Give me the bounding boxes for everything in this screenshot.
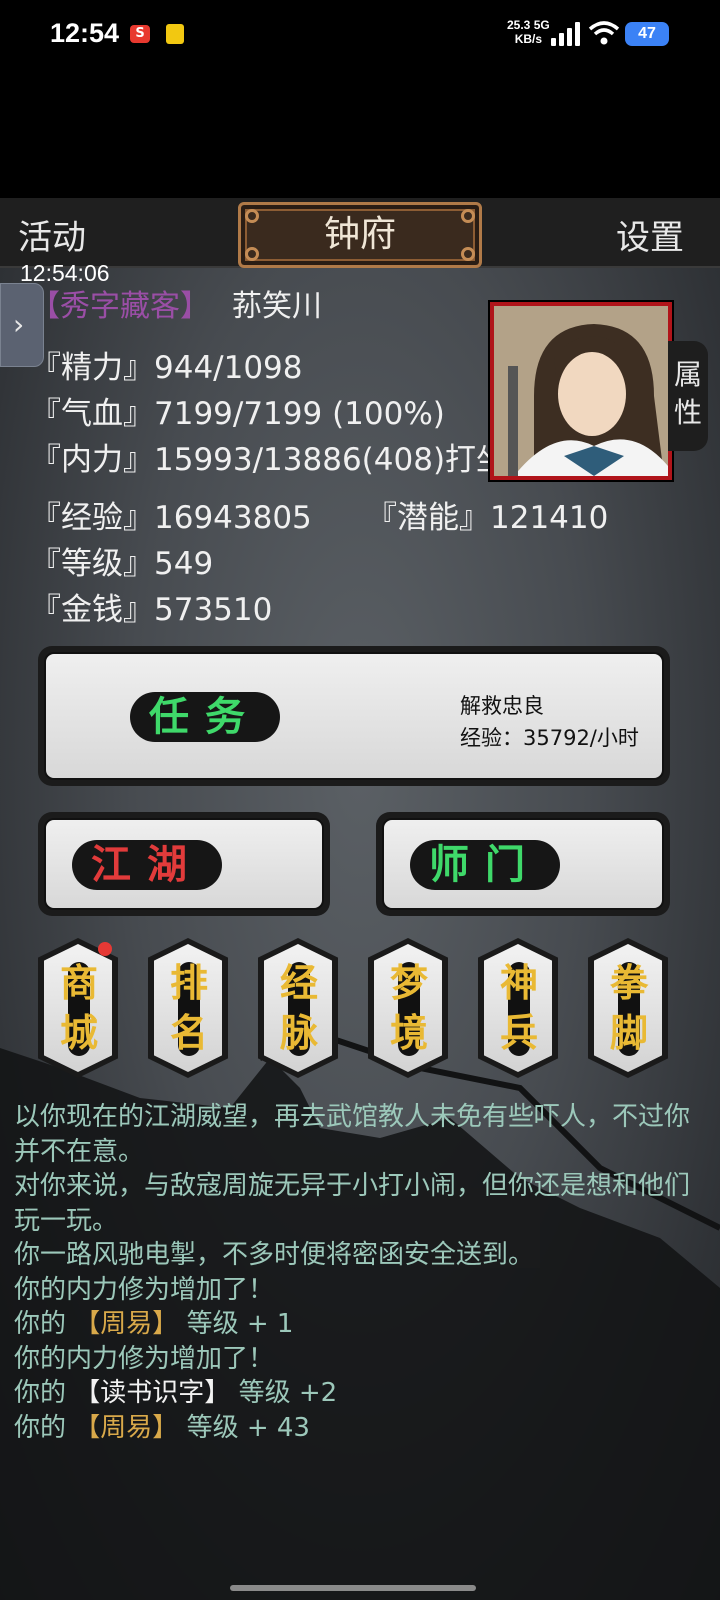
log-line: 你的 【周易】 等级 + 1 bbox=[14, 1309, 294, 1339]
attributes-tab[interactable]: 属性 bbox=[668, 341, 708, 451]
task-info: 解救忠良 经验：35792/小时 bbox=[460, 690, 639, 754]
chevron-right-icon: › bbox=[13, 308, 25, 341]
notification-dot bbox=[98, 942, 112, 956]
character-title: 【秀字藏客】 bbox=[30, 289, 210, 324]
task-name: 解救忠良 bbox=[460, 694, 544, 718]
stat-qianneng: 『潜能』121410 bbox=[366, 500, 609, 536]
activity-button[interactable]: 活动 bbox=[18, 210, 86, 259]
home-indicator[interactable] bbox=[230, 1585, 476, 1591]
menu-meridian[interactable]: 经脉 bbox=[258, 938, 338, 1078]
menu-fist[interactable]: 拳脚 bbox=[588, 938, 668, 1078]
menu-weapon[interactable]: 神兵 bbox=[478, 938, 558, 1078]
log-line: 对你来说，与敌寇周旋无异于小打小闹，但你还是想和他们玩一玩。 bbox=[14, 1171, 691, 1236]
top-bar: 活动 钟府 设置 bbox=[0, 198, 720, 268]
network-speed: 25.3 5G KB/s bbox=[507, 18, 550, 46]
menu-dream[interactable]: 梦境 bbox=[368, 938, 448, 1078]
location-title: 钟府 bbox=[238, 202, 482, 268]
menu-ranking[interactable]: 排名 bbox=[148, 938, 228, 1078]
jianghu-panel[interactable]: 江湖 bbox=[38, 812, 330, 916]
notification-app-icon: S bbox=[130, 25, 150, 43]
stat-jingyan: 『经验』16943805 bbox=[30, 500, 312, 536]
stat-dengji: 『等级』549 bbox=[30, 546, 214, 582]
battery-icon: 47 bbox=[625, 22, 669, 46]
shimen-panel[interactable]: 师门 bbox=[376, 812, 670, 916]
log-line: 你的内力修为增加了！ bbox=[14, 1274, 275, 1305]
log-line: 你的 【读书识字】 等级 +2 bbox=[14, 1378, 338, 1408]
game-screen: 活动 钟府 设置 12:54:06 › 【秀字藏客】 荪笑川 『精力』944/1… bbox=[0, 198, 720, 1600]
task-exp-rate: 经验：35792/小时 bbox=[460, 726, 639, 750]
jianghu-button[interactable]: 江湖 bbox=[72, 840, 222, 890]
stat-qixue: 『气血』7199/7199 (100%) bbox=[30, 396, 445, 432]
stat-jinqian: 『金钱』573510 bbox=[30, 592, 273, 628]
task-button[interactable]: 任务 bbox=[130, 692, 280, 742]
character-name: 荪笑川 bbox=[232, 289, 322, 324]
menu-shop[interactable]: 商城 bbox=[38, 938, 118, 1078]
notification-app-icon-2 bbox=[166, 24, 184, 44]
stat-jingli: 『精力』944/1098 bbox=[30, 350, 303, 386]
log-line: 以你现在的江湖威望，再去武馆教人未免有些吓人，不过你并不在意。 bbox=[14, 1102, 691, 1167]
portrait-image bbox=[494, 306, 668, 476]
log-line: 你一路风驰电掣，不多时便将密函安全送到。 bbox=[14, 1240, 535, 1270]
log-line: 你的 【周易】 等级 + 43 bbox=[14, 1412, 310, 1443]
message-log: 以你现在的江湖威望，再去武馆教人未免有些吓人，不过你并不在意。 对你来说，与敌寇… bbox=[14, 1100, 704, 1445]
shimen-button[interactable]: 师门 bbox=[410, 840, 560, 890]
status-time: 12:54 bbox=[50, 18, 120, 48]
stat-neili: 『内力』15993/13886(408)打坐 bbox=[30, 442, 500, 478]
log-line: 你的内力修为增加了！ bbox=[14, 1343, 275, 1374]
status-bar: 12:54 S 25.3 5G KB/s 47 bbox=[0, 0, 720, 70]
task-panel[interactable]: 任务 解救忠良 经验：35792/小时 bbox=[38, 646, 670, 786]
wifi-icon bbox=[588, 21, 620, 45]
signal-icon bbox=[551, 22, 581, 46]
settings-button[interactable]: 设置 bbox=[616, 210, 684, 259]
character-portrait[interactable] bbox=[490, 302, 672, 480]
